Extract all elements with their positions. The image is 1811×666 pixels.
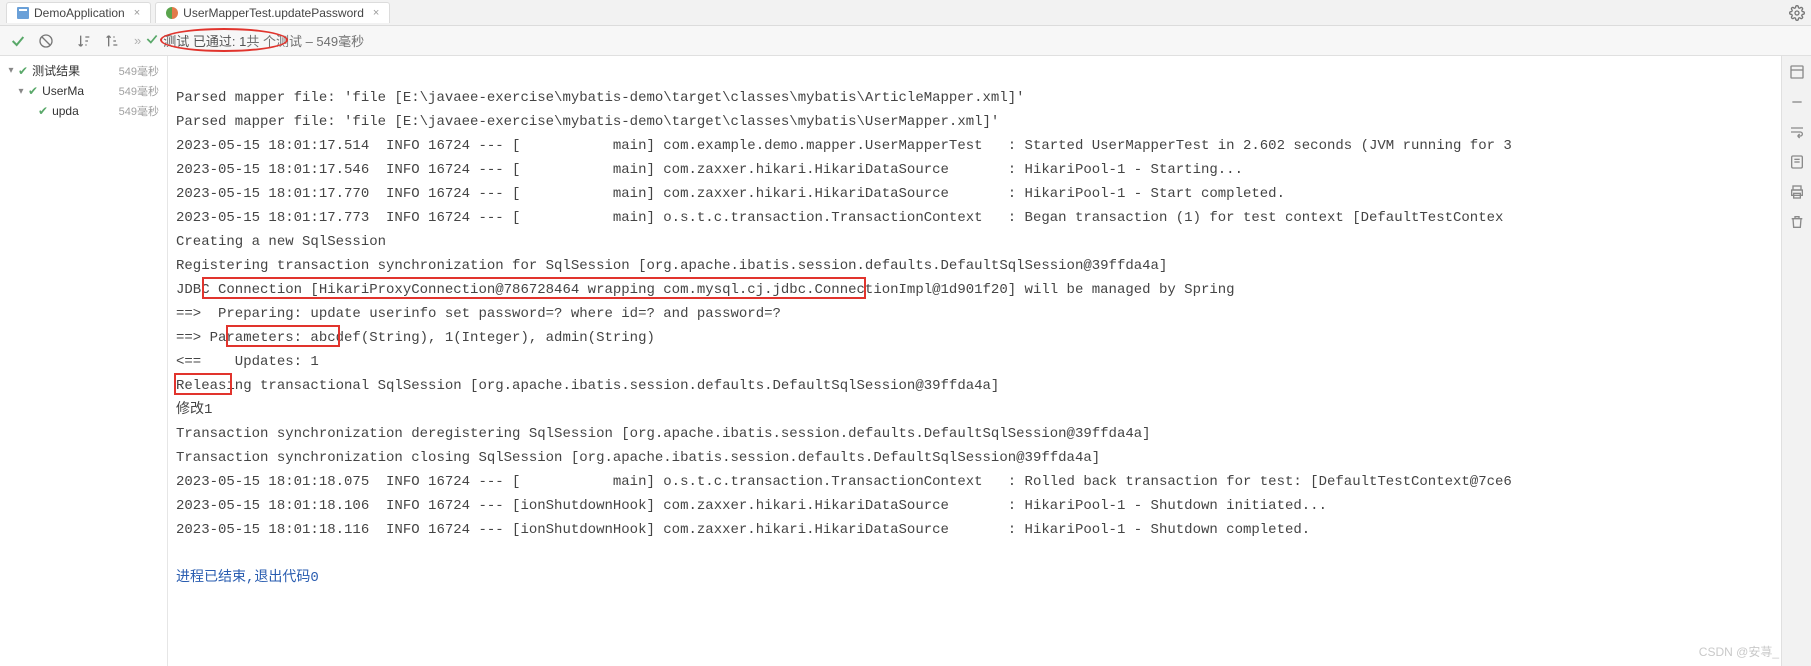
log-line: Registering transaction synchronization … <box>176 258 1167 274</box>
tree-node-time: 549毫秒 <box>119 83 163 99</box>
tree-node-time: 549毫秒 <box>119 63 163 79</box>
tree-node-update[interactable]: ✔ upda 549毫秒 <box>0 101 167 121</box>
layout-icon[interactable] <box>1789 64 1805 80</box>
tree-node-time: 549毫秒 <box>119 103 163 119</box>
print-icon[interactable] <box>1789 184 1805 200</box>
check-icon <box>145 32 159 49</box>
gear-icon[interactable] <box>1789 5 1805 21</box>
sort-up-button[interactable] <box>100 29 124 53</box>
show-passed-button[interactable] <box>6 29 30 53</box>
tab-demo-application[interactable]: DemoApplication × <box>6 2 151 23</box>
tab-label: UserMapperTest.updatePassword <box>183 6 364 20</box>
log-line: Parsed mapper file: 'file [E:\javaee-exe… <box>176 114 999 130</box>
tree-node-label: upda <box>52 104 79 118</box>
check-icon: ✔ <box>28 84 38 98</box>
check-icon: ✔ <box>38 104 48 118</box>
sort-down-button[interactable] <box>72 29 96 53</box>
log-line: 2023-05-15 18:01:18.075 INFO 16724 --- [… <box>176 474 1512 490</box>
log-line: 2023-05-15 18:01:17.514 INFO 16724 --- [… <box>176 138 1512 154</box>
chevrons-icon: » <box>134 33 139 48</box>
tree-node-usermapper[interactable]: ▾ ✔ UserMa 549毫秒 <box>0 81 167 101</box>
log-line: 修改1 <box>176 402 212 418</box>
tree-node-label: 测试结果 <box>32 62 80 79</box>
check-icon: ✔ <box>18 64 28 78</box>
chevron-down-icon[interactable]: ▾ <box>14 86 28 97</box>
log-line: <== Updates: 1 <box>176 354 319 370</box>
tab-usermappertest[interactable]: UserMapperTest.updatePassword × <box>155 2 390 23</box>
test-icon <box>166 7 178 19</box>
log-line: ==> Parameters: abcdef(String), 1(Intege… <box>176 330 655 346</box>
log-line: 2023-05-15 18:01:18.106 INFO 16724 --- [… <box>176 498 1327 514</box>
tree-root[interactable]: ▾ ✔ 测试结果 549毫秒 <box>0 60 167 81</box>
log-line: Parsed mapper file: 'file [E:\javaee-exe… <box>176 90 1025 106</box>
test-status-text: 测试 已通过: 1共 个测试 – 549毫秒 <box>163 31 364 50</box>
scroll-icon[interactable] <box>1789 154 1805 170</box>
database-icon <box>17 7 29 19</box>
log-line: Transaction synchronization closing SqlS… <box>176 450 1100 466</box>
log-line: Creating a new SqlSession <box>176 234 386 250</box>
test-tree: ▾ ✔ 测试结果 549毫秒 ▾ ✔ UserMa 549毫秒 ✔ upda 5… <box>0 56 168 666</box>
editor-tabbar: DemoApplication × UserMapperTest.updateP… <box>0 0 1811 26</box>
log-line: ==> Preparing: update userinfo set passw… <box>176 306 781 322</box>
watermark: CSDN @安荨_ <box>1699 643 1779 660</box>
show-ignored-button[interactable] <box>34 29 58 53</box>
close-icon[interactable]: × <box>373 7 379 19</box>
log-line: 2023-05-15 18:01:17.546 INFO 16724 --- [… <box>176 162 1243 178</box>
console-panel: Parsed mapper file: 'file [E:\javaee-exe… <box>168 56 1811 666</box>
log-line: 2023-05-15 18:01:17.773 INFO 16724 --- [… <box>176 210 1503 226</box>
tree-node-label: UserMa <box>42 84 84 98</box>
tab-label: DemoApplication <box>34 6 125 20</box>
console-output[interactable]: Parsed mapper file: 'file [E:\javaee-exe… <box>168 56 1811 666</box>
log-line-exit: 进程已结束,退出代码0 <box>176 570 319 586</box>
right-gutter <box>1781 56 1811 666</box>
close-icon[interactable]: × <box>134 7 140 19</box>
trash-icon[interactable] <box>1789 214 1805 230</box>
log-line: 2023-05-15 18:01:18.116 INFO 16724 --- [… <box>176 522 1310 538</box>
log-line: Releasing transactional SqlSession [org.… <box>176 378 999 394</box>
chevron-down-icon[interactable]: ▾ <box>4 65 18 76</box>
wrap-icon[interactable] <box>1789 124 1805 140</box>
test-toolbar: » 测试 已通过: 1共 个测试 – 549毫秒 <box>0 26 1811 56</box>
log-line: 2023-05-15 18:01:17.770 INFO 16724 --- [… <box>176 186 1285 202</box>
minus-icon[interactable] <box>1789 94 1805 110</box>
log-line: JDBC Connection [HikariProxyConnection@7… <box>176 282 1235 298</box>
log-line: Transaction synchronization deregisterin… <box>176 426 1151 442</box>
